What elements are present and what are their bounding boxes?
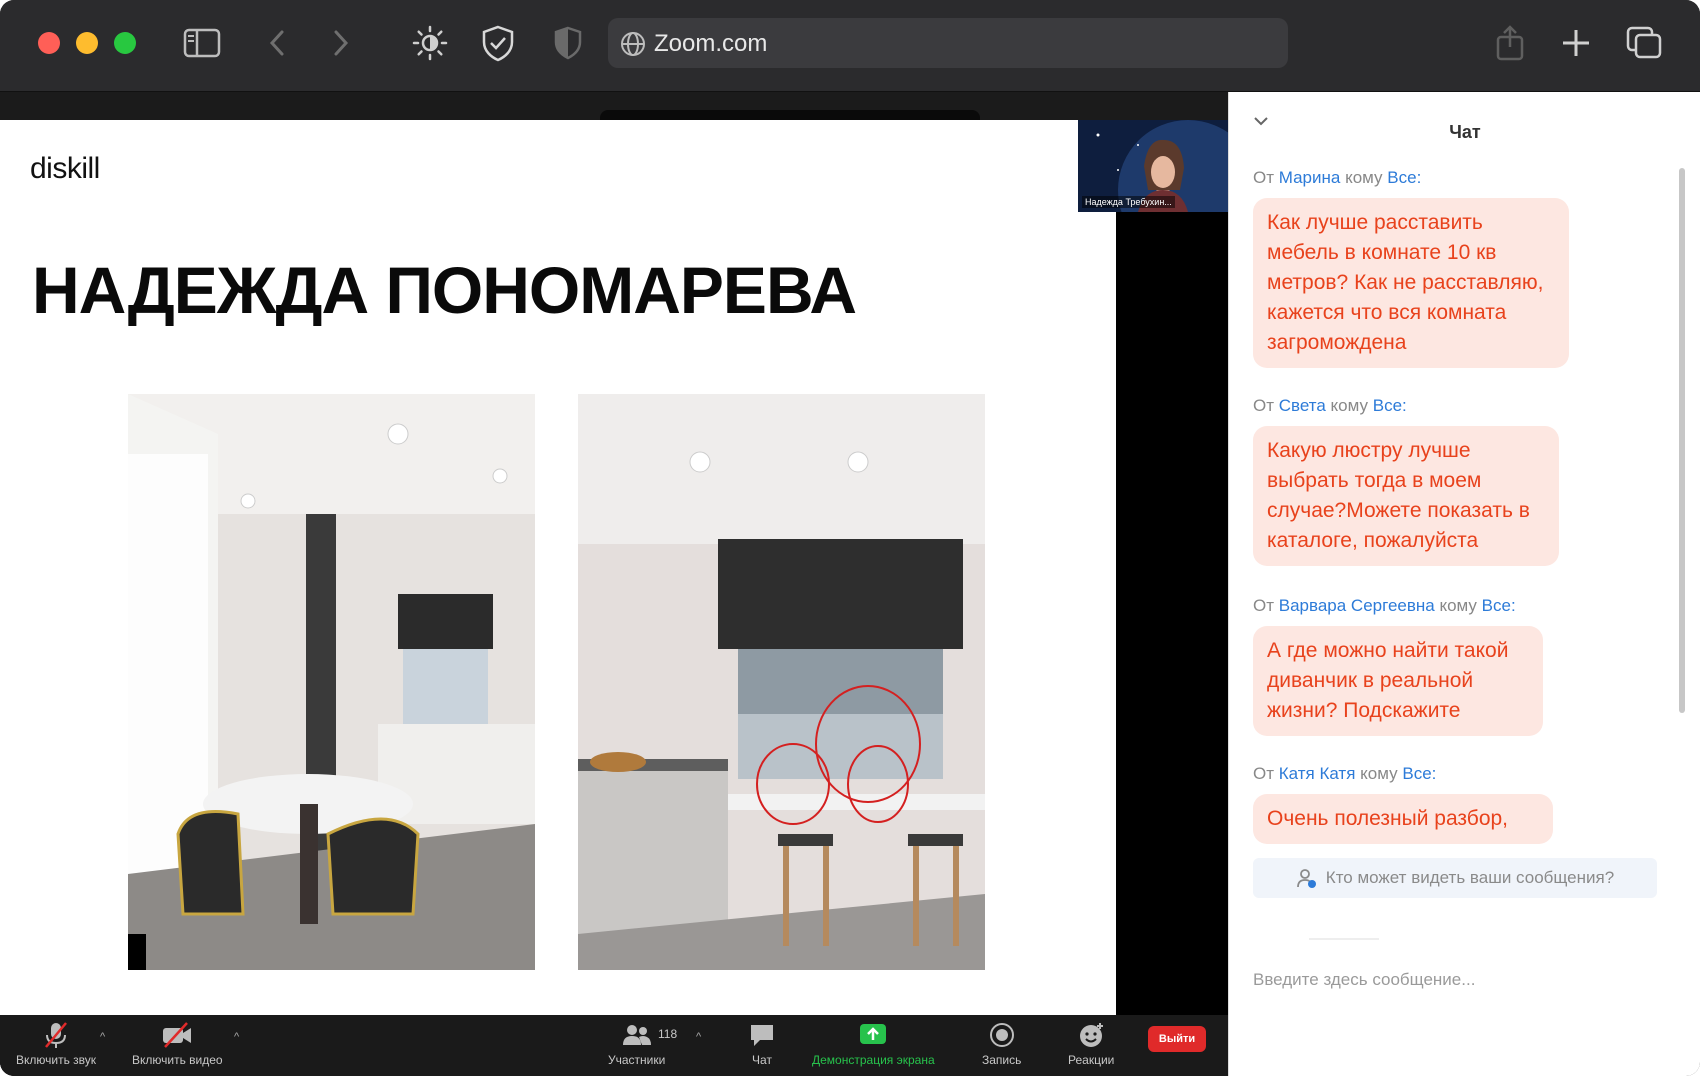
message-bubble: Очень полезный разбор, [1253,794,1553,844]
chat-label: Чат [752,1053,772,1067]
message-meta: От Катя Катя кому Все: [1253,764,1437,783]
close-window-button[interactable] [38,32,60,54]
message-meta: От Варвара Сергеевна кому Все: [1253,596,1516,615]
chat-message: От Варвара Сергеевна кому Все: А где мож… [1253,596,1543,736]
participant-name: Надежда Требухин... [1082,196,1175,208]
message-visibility-button[interactable]: Кто может видеть ваши сообщения? [1253,858,1657,898]
video-options-chevron-icon[interactable]: ^ [234,1031,239,1043]
audio-options-chevron-icon[interactable]: ^ [100,1031,105,1043]
meeting-top-strip [0,92,1228,124]
recipient-name[interactable]: Все: [1387,168,1421,187]
reactions-label: Реакции [1068,1053,1115,1067]
new-tab-icon[interactable] [1560,22,1592,64]
message-meta: От Марина кому Все: [1253,168,1422,187]
message-visibility-text: Кто может видеть ваши сообщения? [1325,868,1615,887]
chat-bubble-icon [751,1025,773,1046]
dining-room-render [128,394,535,970]
start-video-button[interactable]: Включить видео [132,1021,223,1067]
muted-mic-icon [45,1022,67,1048]
leave-button[interactable]: Выйти [1148,1026,1206,1052]
minimize-window-button[interactable] [76,32,98,54]
tab-overview-icon[interactable] [1626,22,1662,64]
share-screen-icon [860,1024,887,1044]
address-bar[interactable]: Zoom.com [608,18,1288,68]
unmute-button[interactable]: Включить звук [16,1021,96,1067]
chat-scrollbar-thumb[interactable] [1679,168,1685,713]
sender-name[interactable]: Света [1279,396,1326,415]
sidebar-toggle-icon[interactable] [182,22,222,64]
chat-header: Чат [1229,92,1700,152]
chat-button[interactable]: Чат [748,1021,776,1067]
browser-window: Zoom.com diskill НАДЕЖДА ПОНОМАРЕВА Наде… [0,0,1700,1076]
video-off-icon [163,1022,192,1048]
chat-message: От Катя Катя кому Все: Очень полезный ра… [1253,764,1553,844]
chat-panel: Чат От Марина кому Все: Как лучше расста… [1228,92,1700,1076]
message-meta: От Света кому Все: [1253,396,1407,415]
record-icon [989,1023,1014,1047]
smiley-icon [1080,1023,1104,1047]
chat-message-list[interactable]: От Марина кому Все: Как лучше расставить… [1229,168,1677,850]
back-icon[interactable] [262,22,292,64]
kitchen-render [578,394,985,970]
diskill-logo: diskill [30,152,100,185]
shield-check-icon[interactable] [478,22,518,64]
record-button[interactable]: Запись [982,1021,1021,1067]
brightness-icon[interactable] [410,22,450,64]
sender-name[interactable]: Варвара Сергеевна [1279,596,1435,615]
participant-video[interactable]: Надежда Требухин... [1078,120,1228,212]
participants-icon [622,1025,651,1045]
reactions-button[interactable]: Реакции [1068,1021,1114,1067]
forward-icon[interactable] [326,22,356,64]
sender-name[interactable]: Марина [1279,168,1341,187]
chat-title: Чат [1449,122,1481,142]
chat-message: От Марина кому Все: Как лучше расставить… [1253,168,1569,368]
message-bubble: Какую люстру лучше выбрать тогда в моем … [1253,426,1559,566]
recipient-name[interactable]: Все: [1482,596,1516,615]
speaker-name-heading: НАДЕЖДА ПОНОМАРЕВА [32,253,857,327]
meeting-controls-bar: Включить звук ^ Включить видео ^ Участни… [0,1015,1228,1076]
chat-divider [1309,938,1379,940]
recipient-name[interactable]: Все: [1373,396,1407,415]
person-info-icon [1296,869,1316,888]
unmute-label: Включить звук [16,1053,97,1067]
recipient-name[interactable]: Все: [1402,764,1436,783]
url-text: Zoom.com [654,30,768,57]
zoom-window-button[interactable] [114,32,136,54]
message-bubble: А где можно найти такой диванчик в реаль… [1253,626,1543,736]
start-video-label: Включить видео [132,1053,223,1067]
shared-slide: diskill НАДЕЖДА ПОНОМАРЕВА [0,120,1116,1015]
participants-button[interactable]: Участники [608,1021,665,1067]
privacy-shield-icon[interactable] [550,22,586,64]
chat-message-input[interactable] [1253,960,1673,1000]
chat-message: От Света кому Все: Какую люстру лучше вы… [1253,396,1559,566]
browser-toolbar: Zoom.com [0,0,1700,92]
share-icon[interactable] [1494,22,1526,64]
globe-icon [620,31,646,62]
chat-scrollbar[interactable] [1677,168,1687,728]
share-screen-label: Демонстрация экрана [812,1053,935,1067]
record-label: Запись [982,1053,1022,1067]
participants-count: 118 [658,1027,678,1041]
participants-options-chevron-icon[interactable]: ^ [696,1031,701,1043]
sender-name[interactable]: Катя Катя [1279,764,1356,783]
participants-label: Участники [608,1053,666,1067]
share-screen-button[interactable]: Демонстрация экрана [812,1021,935,1067]
message-bubble: Как лучше расставить мебель в комнате 10… [1253,198,1569,368]
meeting-view: diskill НАДЕЖДА ПОНОМАРЕВА Надежда Требу… [0,92,1228,1076]
